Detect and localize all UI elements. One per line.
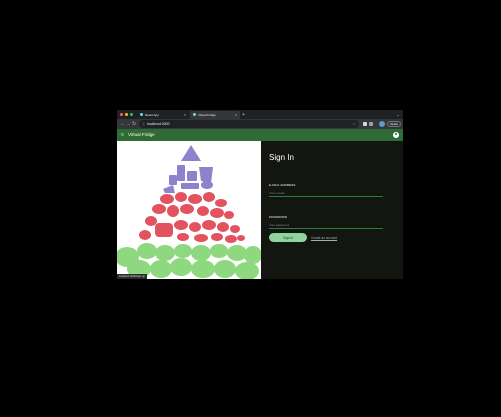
forward-icon[interactable]: → bbox=[126, 120, 131, 128]
close-tab-icon[interactable]: × bbox=[235, 111, 237, 119]
food-pyramid-image: localhost:3000/sign-up bbox=[117, 141, 261, 279]
app-title: Virtual Fridge bbox=[128, 132, 155, 137]
back-icon[interactable]: ← bbox=[120, 120, 125, 128]
tab-title: React App bbox=[145, 113, 159, 117]
app-header: ≡ Virtual Fridge bbox=[117, 129, 403, 141]
new-tab-icon[interactable]: + bbox=[242, 111, 245, 119]
toolbar: ← → ↻ ⓘ localhost:3000 ☆ Update bbox=[117, 119, 403, 129]
minimize-window-icon[interactable] bbox=[125, 113, 128, 116]
food-pyramid-illustration bbox=[117, 145, 261, 279]
status-bar: localhost:3000/sign-up bbox=[117, 274, 147, 279]
email-field[interactable] bbox=[269, 190, 383, 197]
protein-tier bbox=[139, 192, 245, 243]
account-icon[interactable] bbox=[393, 132, 399, 138]
create-account-link[interactable]: Create an account bbox=[311, 236, 337, 240]
tab-search-icon[interactable]: ⌄ bbox=[397, 111, 400, 119]
reload-icon[interactable]: ↻ bbox=[132, 120, 136, 128]
update-button[interactable]: Update bbox=[387, 121, 401, 127]
browser-window: React App × Virtual Fridge × + ⌄ ← → ↻ ⓘ… bbox=[117, 110, 403, 279]
bookmark-star-icon[interactable]: ☆ bbox=[352, 120, 356, 128]
extension-icon[interactable] bbox=[363, 122, 367, 126]
sweets-tier bbox=[163, 145, 213, 193]
password-field[interactable] bbox=[269, 222, 383, 229]
sign-in-button[interactable]: Sign in bbox=[269, 233, 307, 242]
react-favicon-icon bbox=[140, 113, 143, 116]
tab-virtual-fridge[interactable]: Virtual Fridge × bbox=[190, 111, 240, 119]
maximize-window-icon[interactable] bbox=[130, 113, 133, 116]
email-label: E-MAIL ADDRESS bbox=[269, 183, 296, 187]
close-window-icon[interactable] bbox=[120, 113, 123, 116]
address-bar[interactable]: ⓘ localhost:3000 ☆ bbox=[139, 120, 359, 128]
tab-title: Virtual Fridge bbox=[198, 113, 216, 117]
extensions-puzzle-icon[interactable] bbox=[369, 122, 373, 126]
sign-in-panel: Sign In E-MAIL ADDRESS PASSWORD Sign in … bbox=[261, 141, 403, 279]
menu-icon[interactable]: ≡ bbox=[121, 132, 124, 138]
app-favicon-icon bbox=[193, 113, 196, 116]
close-tab-icon[interactable]: × bbox=[184, 111, 186, 119]
tab-react-app[interactable]: React App × bbox=[137, 111, 189, 119]
window-controls bbox=[120, 113, 133, 116]
site-info-icon[interactable]: ⓘ bbox=[142, 120, 145, 128]
sign-in-heading: Sign In bbox=[269, 153, 294, 162]
tab-strip: React App × Virtual Fridge × + ⌄ bbox=[117, 110, 403, 119]
url-text: localhost:3000 bbox=[147, 122, 170, 126]
profile-avatar[interactable] bbox=[379, 121, 385, 127]
password-label: PASSWORD bbox=[269, 215, 288, 219]
